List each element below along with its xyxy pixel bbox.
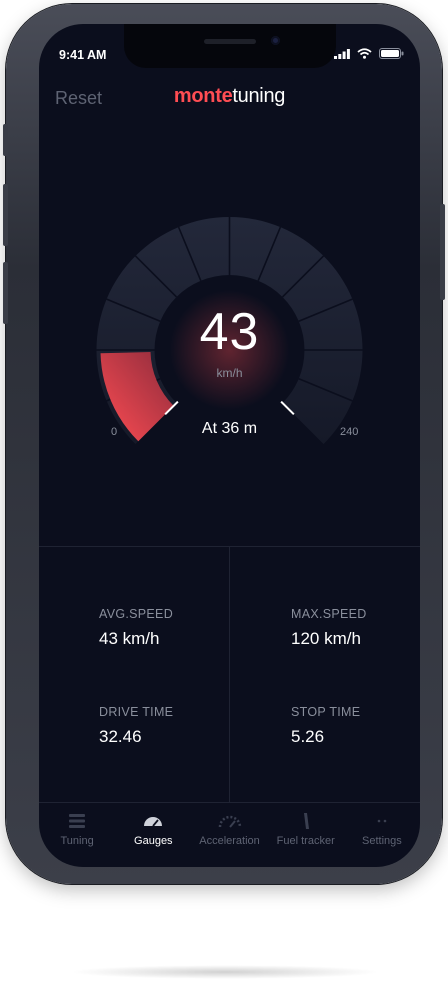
phone-shadow (70, 965, 380, 979)
front-camera (271, 36, 280, 45)
speedometer-icon (218, 815, 241, 828)
stat-max-speed: MAX.SPEED 120 km/h (291, 607, 367, 649)
tab-label: Settings (362, 835, 402, 847)
tab-label: Acceleration (199, 835, 260, 847)
tab-label: Tuning (60, 835, 94, 847)
tab-fuel-tracker[interactable]: Fuel tracker (268, 802, 344, 867)
dots-icon (377, 819, 387, 823)
tab-tuning[interactable]: Tuning (39, 802, 115, 867)
tab-label: Gauges (134, 835, 173, 847)
app-screen: 9:41 AM Reset montetuning 43 km/h At 36 … (39, 24, 420, 867)
stats-divider (229, 547, 230, 802)
stat-avg-speed: AVG.SPEED 43 km/h (99, 607, 173, 649)
tab-gauges[interactable]: Gauges (115, 802, 191, 867)
stat-label: DRIVE TIME (99, 705, 174, 719)
tab-acceleration[interactable]: Acceleration (191, 802, 267, 867)
volume-down-button (3, 262, 8, 324)
stat-value: 5.26 (291, 727, 325, 746)
speed-unit: km/h (216, 366, 243, 380)
stat-stop-time: STOP TIME 5.26 (291, 705, 360, 747)
phone-frame: 9:41 AM Reset montetuning 43 km/h At 36 … (3, 4, 445, 884)
stat-label: MAX.SPEED (291, 607, 367, 621)
tab-label: Fuel tracker (276, 835, 335, 847)
stat-label: AVG.SPEED (99, 607, 174, 621)
status-time: 9:41 AM (59, 48, 107, 62)
power-button (440, 204, 445, 300)
stat-value: 43 km/h (99, 629, 160, 648)
tuning-icon (69, 814, 86, 828)
notch (124, 24, 336, 68)
stat-label: STOP TIME (291, 705, 361, 719)
gauge-icon (144, 817, 163, 827)
stat-value: 32.46 (99, 727, 142, 746)
wifi-icon (357, 48, 372, 59)
distance-label: At 36 m (201, 420, 258, 437)
speaker (204, 39, 256, 44)
fuel-icon (303, 813, 309, 829)
mute-switch (3, 124, 8, 156)
volume-up-button (3, 184, 8, 246)
battery-icon (379, 48, 404, 59)
stat-drive-time: DRIVE TIME 32.46 (99, 705, 173, 747)
gauge-min-label: 0 (111, 426, 118, 438)
app-logo: montetuning (39, 85, 420, 108)
stat-value: 120 km/h (291, 629, 361, 648)
status-icons (334, 48, 404, 59)
gauge-max-label: 240 (340, 426, 359, 438)
signal-icon (334, 48, 350, 59)
speed-value: 43 (199, 303, 260, 361)
tab-bar: Tuning Gauges Acceleration Fuel tracker … (39, 802, 420, 867)
stats-panel: AVG.SPEED 43 km/h MAX.SPEED 120 km/h DRI… (39, 546, 420, 803)
logo-part-monte: monte (173, 85, 233, 107)
logo-part-tuning: tuning (232, 85, 286, 107)
tab-settings[interactable]: Settings (344, 802, 420, 867)
